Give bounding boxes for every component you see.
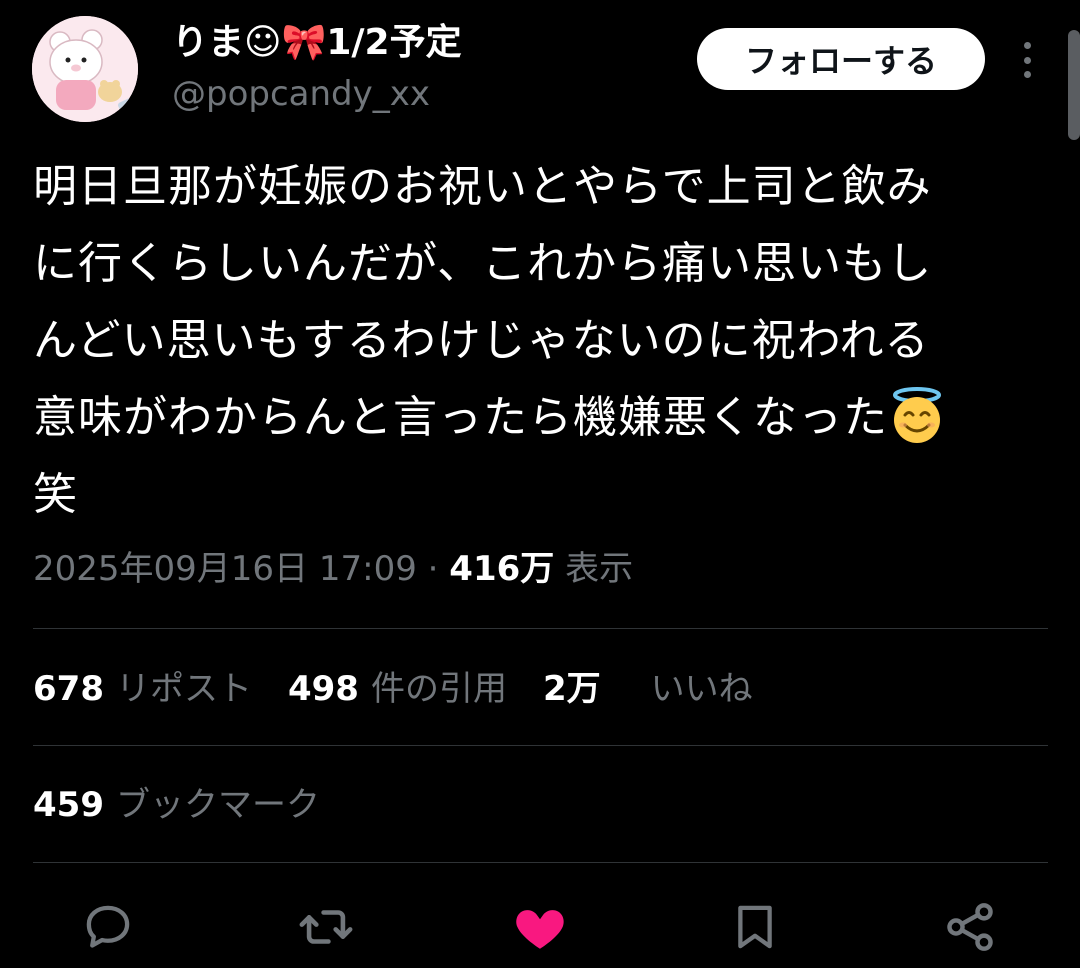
views-label: 表示: [554, 549, 634, 589]
meta-separator: ·: [416, 549, 450, 589]
action-bar: [0, 895, 1080, 959]
tweet-text: 明日旦那が妊娠のお祝いとやらで上司と飲み に行くらしいんだが、これから痛い思いも…: [33, 148, 1043, 533]
tweet-line: 意味がわからんと言ったら機嫌悪くなった: [33, 392, 888, 443]
bookmarks-label: ブックマーク: [115, 785, 320, 825]
more-dot: [1023, 42, 1031, 49]
repost-icon[interactable]: [294, 895, 358, 959]
views-count[interactable]: 416万: [449, 549, 554, 589]
more-dot: [1023, 71, 1031, 78]
reposts-label: リポスト: [115, 669, 252, 709]
divider: [33, 745, 1048, 746]
divider: [33, 628, 1048, 629]
tweet-line-with-emoji: 意味がわからんと言ったら機嫌悪くなった: [33, 379, 1043, 456]
likes-stat[interactable]: 2万 いいね: [543, 664, 753, 714]
tweet-line: 笑: [33, 469, 78, 520]
like-icon[interactable]: [508, 895, 572, 959]
reposts-stat[interactable]: 678 リポスト: [33, 664, 252, 714]
scrollbar[interactable]: [1068, 30, 1080, 140]
tweet-line: 明日旦那が妊娠のお祝いとやらで上司と飲み: [33, 161, 932, 212]
timestamp[interactable]: 2025年09月16日 17:09: [33, 549, 417, 589]
tweet-line: んどい思いもするわけじゃないのに祝われる: [33, 315, 930, 366]
likes-count: 2万: [542, 669, 601, 709]
quotes-label: 件の引用: [370, 669, 507, 709]
smiling-face-with-halo-icon: [893, 387, 941, 443]
author-display-name[interactable]: りま☺🎀1/2予定: [172, 20, 462, 66]
bear-avatar-icon: [32, 16, 138, 122]
more-dot: [1023, 56, 1031, 64]
quotes-count: 498: [287, 669, 359, 709]
bookmark-icon[interactable]: [723, 895, 787, 959]
reply-icon[interactable]: [76, 895, 140, 959]
engagement-stats: 678 リポスト 498 件の引用 2万 いいね: [33, 664, 753, 714]
tweet-meta: 2025年09月16日 17:09 · 416万 表示: [33, 544, 633, 594]
share-icon[interactable]: [938, 895, 1002, 959]
likes-label: いいね: [650, 669, 753, 709]
follow-button[interactable]: フォローする: [697, 28, 985, 90]
bookmarks-count: 459: [33, 785, 104, 825]
tweet-line: に行くらしいんだが、これから痛い思いもし: [33, 238, 933, 289]
reposts-count: 678: [33, 669, 104, 709]
more-vertical-icon[interactable]: [1012, 38, 1042, 82]
divider: [33, 862, 1048, 863]
avatar[interactable]: [32, 16, 138, 122]
bookmarks-stat[interactable]: 459 ブックマーク: [33, 780, 320, 830]
author-handle[interactable]: @popcandy_xx: [172, 72, 430, 116]
quotes-stat[interactable]: 498 件の引用: [288, 664, 507, 714]
